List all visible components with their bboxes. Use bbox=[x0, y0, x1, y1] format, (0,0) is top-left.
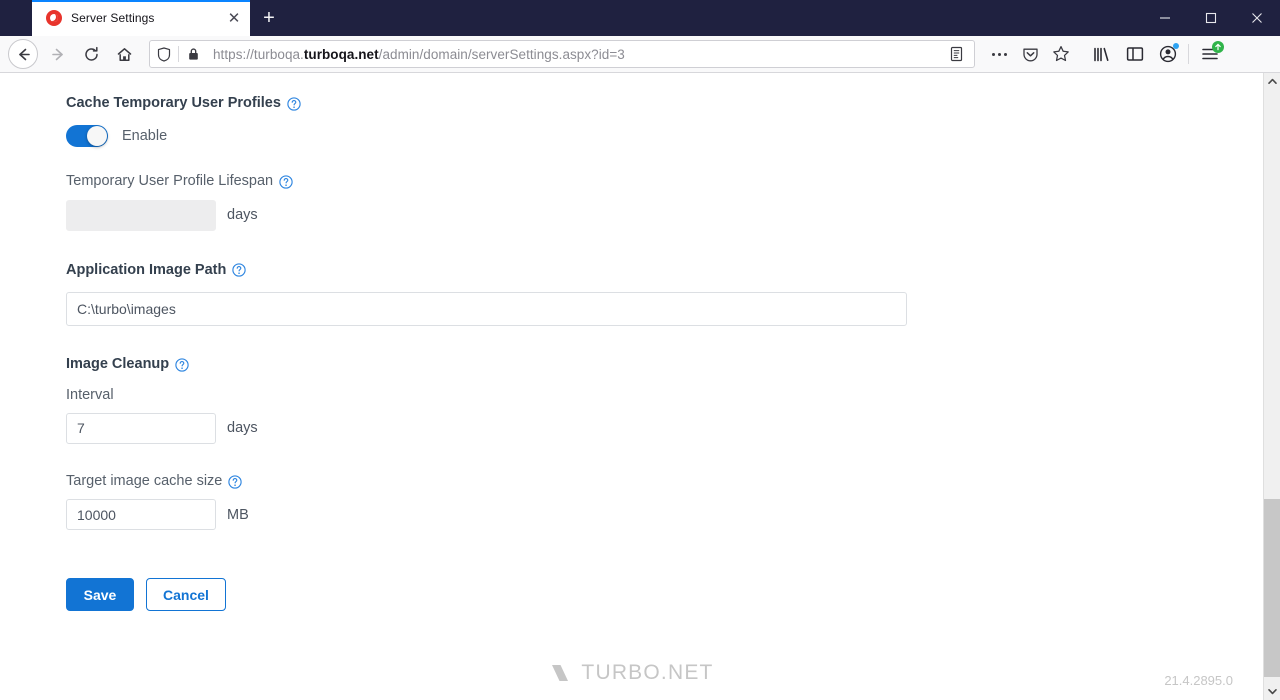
cache-size-input-row: MB bbox=[66, 499, 1263, 531]
minimize-button[interactable] bbox=[1142, 0, 1188, 36]
url-scheme: https://turboqa. bbox=[213, 46, 304, 62]
image-path-label: Application Image Path bbox=[66, 261, 227, 278]
field-cache-temporary-user-profiles: Cache Temporary User Profiles Enable bbox=[66, 95, 1263, 148]
page-footer: TURBO.NET 21.4.2895.0 bbox=[0, 658, 1263, 688]
toolbar-divider bbox=[1188, 44, 1189, 64]
interval-input[interactable] bbox=[66, 412, 216, 444]
hamburger-menu-icon[interactable] bbox=[1193, 39, 1226, 69]
close-button[interactable] bbox=[1234, 0, 1280, 36]
enable-toggle-row: Enable bbox=[66, 125, 1263, 148]
cache-profiles-label-row: Cache Temporary User Profiles bbox=[66, 95, 1263, 112]
field-application-image-path: Application Image Path bbox=[66, 262, 1263, 327]
form-actions: Save Cancel bbox=[66, 578, 1263, 612]
settings-form: Cache Temporary User Profiles Enable Tem… bbox=[0, 73, 1263, 612]
browser-window: Server Settings ✕ + https://turboqa.turb… bbox=[0, 0, 1280, 700]
blue-dot-notification bbox=[1173, 43, 1179, 49]
image-cleanup-label: Image Cleanup bbox=[66, 356, 170, 373]
close-tab-icon[interactable]: ✕ bbox=[224, 8, 244, 28]
field-temporary-user-profile-lifespan: Temporary User Profile Lifespan days bbox=[66, 173, 1263, 231]
tracking-protection-shield-icon[interactable] bbox=[150, 41, 178, 67]
window-controls bbox=[1142, 0, 1280, 36]
scroll-up-arrow-icon[interactable] bbox=[1264, 73, 1280, 90]
browser-tab-server-settings[interactable]: Server Settings ✕ bbox=[32, 0, 250, 36]
lifespan-label-row: Temporary User Profile Lifespan bbox=[66, 173, 1263, 190]
turbo-net-brand: TURBO.NET bbox=[549, 661, 713, 685]
url-action-buttons bbox=[942, 41, 970, 67]
help-icon[interactable] bbox=[228, 474, 243, 489]
scrollbar-thumb[interactable] bbox=[1264, 499, 1280, 678]
reader-view-icon[interactable] bbox=[942, 41, 970, 67]
account-icon[interactable] bbox=[1151, 39, 1184, 69]
maximize-button[interactable] bbox=[1188, 0, 1234, 36]
save-button[interactable]: Save bbox=[66, 578, 134, 612]
interval-unit: days bbox=[227, 420, 258, 437]
help-icon[interactable] bbox=[287, 97, 301, 111]
new-tab-button[interactable]: + bbox=[252, 1, 286, 35]
title-bar: Server Settings ✕ + bbox=[0, 0, 1280, 36]
image-path-input-row bbox=[66, 292, 1263, 327]
help-icon[interactable] bbox=[175, 358, 189, 372]
library-icon[interactable] bbox=[1085, 39, 1118, 69]
lifespan-unit: days bbox=[227, 207, 258, 224]
help-icon[interactable] bbox=[232, 263, 247, 278]
interval-label: Interval bbox=[66, 386, 114, 403]
home-icon[interactable] bbox=[108, 39, 140, 69]
lifespan-input bbox=[66, 199, 216, 231]
cancel-button[interactable]: Cancel bbox=[146, 578, 226, 612]
page-viewport: Cache Temporary User Profiles Enable Tem… bbox=[0, 73, 1280, 700]
back-icon[interactable] bbox=[8, 39, 38, 69]
scrollbar-track[interactable] bbox=[1264, 90, 1280, 683]
lifespan-input-row: days bbox=[66, 199, 1263, 231]
pocket-icon[interactable] bbox=[1015, 40, 1045, 68]
tab-title: Server Settings bbox=[71, 11, 155, 25]
scroll-down-arrow-icon[interactable] bbox=[1264, 683, 1280, 700]
tabstrip-left-padding bbox=[0, 0, 32, 36]
vertical-scrollbar[interactable] bbox=[1263, 73, 1280, 700]
navigation-toolbar: https://turboqa.turboqa.net/admin/domain… bbox=[0, 36, 1280, 73]
lifespan-label: Temporary User Profile Lifespan bbox=[66, 173, 274, 190]
reload-icon[interactable] bbox=[75, 39, 107, 69]
green-update-arrow bbox=[1212, 41, 1224, 53]
url-bar[interactable]: https://turboqa.turboqa.net/admin/domain… bbox=[149, 40, 975, 68]
url-path: /admin/domain/serverSettings.aspx?id=3 bbox=[378, 46, 625, 62]
toggle-label: Enable bbox=[122, 128, 168, 145]
help-icon[interactable] bbox=[279, 175, 293, 189]
brand-text: TURBO.NET bbox=[581, 661, 714, 684]
field-image-cleanup: Image Cleanup Interval days bbox=[66, 356, 1263, 531]
version-label: 21.4.2895.0 bbox=[1164, 673, 1233, 688]
server-settings-page: Cache Temporary User Profiles Enable Tem… bbox=[0, 73, 1263, 700]
forward-icon bbox=[42, 39, 74, 69]
sidebar-icon[interactable] bbox=[1118, 39, 1151, 69]
image-cleanup-label-row: Image Cleanup bbox=[66, 356, 1263, 373]
interval-input-row: days bbox=[66, 412, 1263, 444]
cache-size-label: Target image cache size bbox=[66, 472, 223, 489]
padlock-icon[interactable] bbox=[179, 41, 207, 67]
toolbar-right-group bbox=[1077, 39, 1226, 69]
image-path-label-row: Application Image Path bbox=[66, 262, 1263, 279]
toggle-knob bbox=[87, 126, 107, 147]
cache-profiles-label: Cache Temporary User Profiles bbox=[66, 95, 281, 111]
page-actions-ellipsis-icon[interactable] bbox=[984, 40, 1014, 68]
turbo-logo-icon bbox=[46, 10, 62, 26]
url-text[interactable]: https://turboqa.turboqa.net/admin/domain… bbox=[207, 47, 942, 62]
cache-size-label-row: Target image cache size bbox=[66, 473, 1263, 490]
cache-profiles-toggle[interactable] bbox=[66, 125, 108, 148]
turbo-slash-logo-icon bbox=[552, 665, 569, 681]
image-path-input[interactable] bbox=[66, 292, 907, 327]
bookmark-star-icon[interactable] bbox=[1046, 40, 1076, 68]
url-domain: turboqa.net bbox=[303, 46, 379, 62]
cache-size-input[interactable] bbox=[66, 499, 216, 531]
cache-size-unit: MB bbox=[227, 506, 249, 523]
